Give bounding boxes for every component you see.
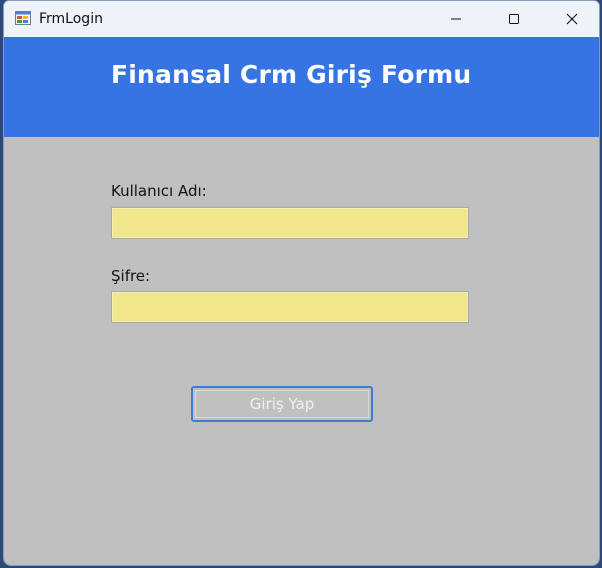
username-field[interactable] — [111, 207, 469, 239]
login-window: FrmLogin Finansal Crm Giriş Formu Kullan… — [3, 0, 600, 566]
minimize-button[interactable] — [427, 1, 485, 37]
password-field[interactable] — [111, 291, 469, 323]
header-banner: Finansal Crm Giriş Formu — [4, 37, 599, 137]
login-button[interactable]: Giriş Yap — [191, 386, 373, 422]
close-icon — [566, 10, 578, 29]
form-title: Finansal Crm Giriş Formu — [111, 60, 472, 89]
login-button-label: Giriş Yap — [249, 395, 315, 413]
title-bar: FrmLogin — [4, 1, 599, 37]
username-label: Kullanıcı Adı: — [111, 182, 207, 200]
maximize-icon — [508, 10, 520, 29]
window-title: FrmLogin — [39, 11, 103, 27]
maximize-button[interactable] — [485, 1, 543, 37]
close-button[interactable] — [543, 1, 599, 37]
minimize-icon — [450, 10, 462, 29]
app-icon — [15, 10, 31, 26]
password-label: Şifre: — [111, 267, 151, 285]
